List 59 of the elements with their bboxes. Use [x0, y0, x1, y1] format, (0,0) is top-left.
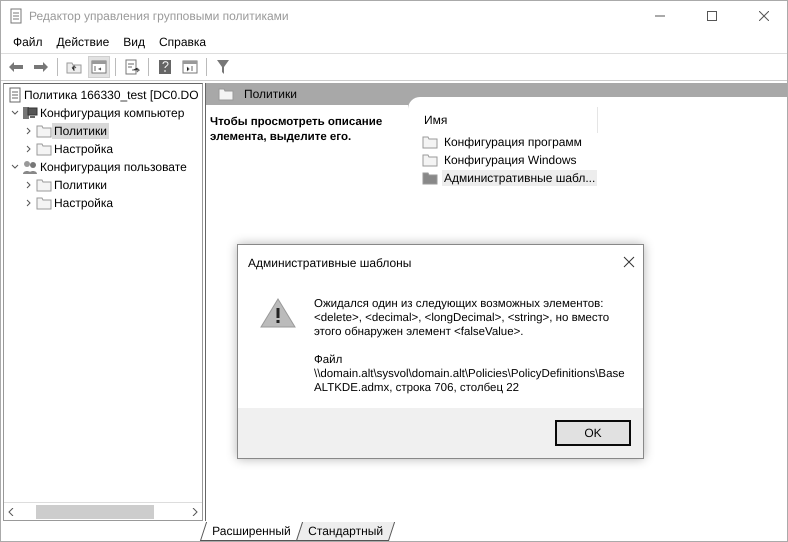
help-icon — [158, 59, 172, 75]
app-icon — [9, 8, 23, 24]
dialog-title: Административные шаблоны — [248, 256, 412, 270]
tree-item[interactable]: Настройка — [52, 141, 116, 157]
close-icon — [759, 11, 769, 21]
chevron-right-icon[interactable] — [25, 145, 33, 153]
description-text: Чтобы просмотреть описание элемента, выделите его. — [210, 116, 382, 143]
filter-icon — [216, 59, 230, 75]
list-item[interactable]: Административные шабл... — [442, 170, 598, 186]
toolbar-button[interactable] — [88, 56, 110, 78]
maximize-icon — [707, 11, 717, 21]
chevron-right-icon[interactable] — [25, 199, 33, 207]
folder-icon — [422, 153, 438, 167]
action-pane-icon — [182, 60, 198, 74]
forward-arrow-icon — [33, 61, 49, 73]
list-item[interactable]: Конфигурация Windows — [442, 152, 579, 168]
folder-icon — [422, 135, 438, 149]
menu-item[interactable]: Файл — [7, 33, 49, 51]
menu-item[interactable]: Действие — [50, 33, 116, 51]
console-tree-icon — [91, 60, 107, 74]
scroll-icon — [8, 87, 22, 103]
scroll-left-icon — [8, 508, 14, 516]
chevron-right-icon[interactable] — [25, 181, 33, 189]
chevron-down-icon[interactable] — [11, 163, 19, 171]
tree-item[interactable]: Политика 166330_test [DC0.DO — [22, 87, 201, 103]
tree-item[interactable]: Политики — [52, 177, 109, 193]
column-header[interactable]: Имя — [422, 107, 598, 133]
horizontal-scrollbar[interactable] — [4, 502, 202, 520]
list-item[interactable]: Конфигурация программ — [442, 134, 584, 150]
folder-icon — [422, 171, 438, 185]
file-label: Файл — [314, 353, 344, 367]
computer-icon — [22, 105, 38, 121]
tree-item[interactable]: Настройка — [52, 195, 116, 211]
users-icon — [22, 159, 38, 175]
pane-title: Политики — [244, 87, 297, 101]
error-message: Ожидался один из следующих возможных элементов: <delete>, <decimal>, <longDecimal>, <string>, но вместо этого обнаружен элемент <falseValue>. — [314, 297, 610, 339]
close-icon — [623, 256, 635, 268]
folder-up-icon — [66, 60, 82, 74]
folder-icon — [36, 196, 52, 210]
folder-icon — [36, 142, 52, 156]
chevron-down-icon[interactable] — [11, 109, 19, 117]
tree-item[interactable]: Конфигурация компьютер — [38, 105, 186, 121]
tree-item[interactable]: Конфигурация пользовате — [38, 159, 189, 175]
scroll-right-icon — [192, 508, 198, 516]
view-tab[interactable]: Расширенный — [200, 522, 303, 541]
menu-item[interactable]: Вид — [117, 33, 151, 51]
chevron-right-icon[interactable] — [25, 127, 33, 135]
export-list-icon — [124, 59, 140, 75]
menu-item[interactable]: Справка — [153, 33, 212, 51]
window-title: Редактор управления групповыми политиками — [29, 9, 290, 23]
back-arrow-icon — [8, 61, 24, 73]
folder-icon — [36, 178, 52, 192]
tree-item[interactable]: Политики — [52, 123, 109, 139]
view-tab[interactable]: Стандартный — [295, 522, 394, 541]
file-path: \\domain.alt\sysvol\domain.alt\Policies\PolicyDefinitions\Base ALTKDE.admx, строка 706, столбец 22 — [314, 367, 626, 395]
warning-icon — [260, 297, 296, 329]
ok-button[interactable]: OK — [555, 420, 631, 446]
folder-icon — [218, 87, 234, 101]
folder-icon — [36, 124, 52, 138]
